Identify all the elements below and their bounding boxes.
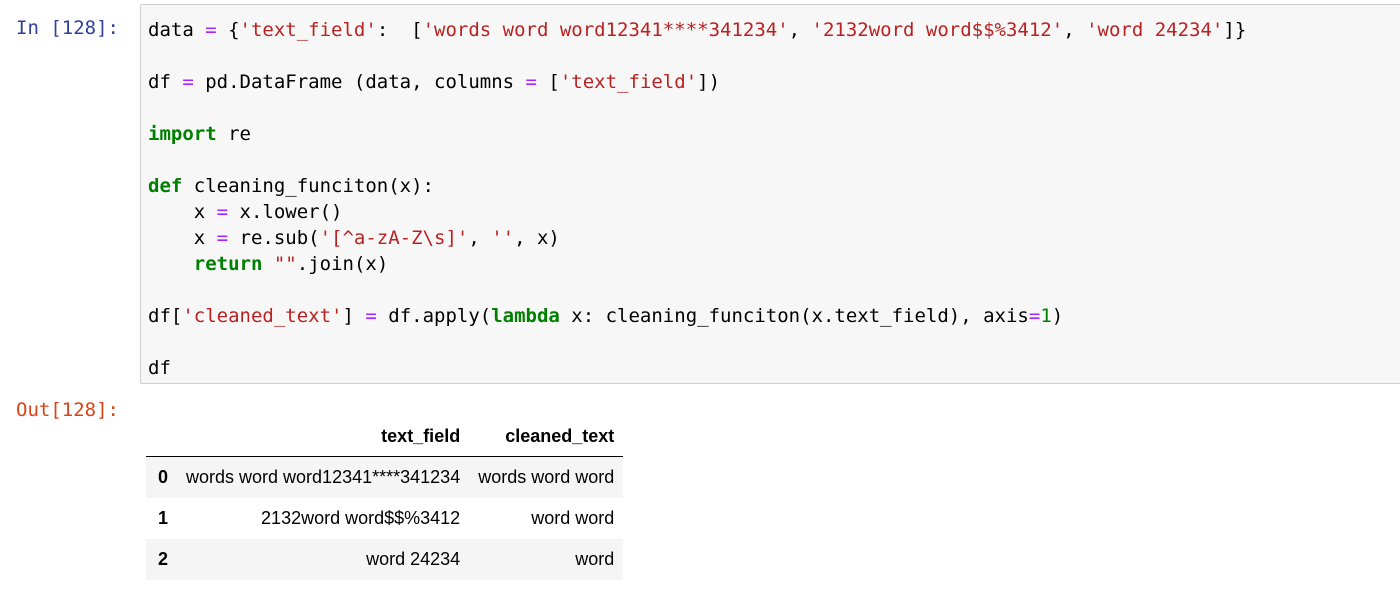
code-token: cleaning_funciton(x): [182,175,434,197]
code-token: x [148,201,217,223]
code-token: = [216,227,229,249]
input-prompt: In [128]: [16,17,119,39]
cell-cleaned-text: word word [531,508,615,528]
code-token: df.apply( [376,305,492,327]
code-token: = [182,71,194,93]
code-token: df [148,357,171,379]
code-token: ) [1051,305,1064,327]
code-token: = [525,71,537,93]
code-token: df [148,71,183,93]
code-token: ] [342,305,366,327]
code-line-8: df['cleaned_text'] = df.apply(lambda x: … [148,303,1246,329]
code-token: x.lower() [228,201,343,223]
code-token: data [148,19,206,41]
code-token: re [216,123,251,145]
code-token: = [365,305,377,327]
table-header-row: text_field cleaned_text [146,416,624,457]
code-token: 1 [1040,305,1052,327]
dataframe-output: text_field cleaned_text 0 words word wor… [146,416,624,580]
code-token: 'cleaned_text' [182,305,343,327]
table-row: 2 word 24234 word [146,539,624,580]
code-token: pd.DataFrame (data, columns [193,71,526,93]
code-token: x: cleaning_funciton(x.text_field), axis [559,305,1029,327]
cell-text-field: 2132word word$$%3412 [261,508,461,528]
code-token: = [1028,305,1041,327]
code-token: df[ [148,305,183,327]
code-token: [ [536,71,560,93]
code-token: '' [491,227,515,249]
code-token: '2132word word$$%3412' [811,19,1064,41]
code-token: : [ [376,19,423,41]
code-line-9: df [148,355,1246,381]
code-token: 'word 24234' [1086,19,1224,41]
code-token: 'text_field' [239,19,377,41]
code-token: = [216,201,229,223]
code-token: def [148,175,183,197]
code-token: 'words word word12341****341234' [422,19,789,41]
code-editor[interactable]: data = {'text_field': ['words word word1… [140,4,1400,384]
code-line-7: return "".join(x) [148,251,1246,277]
code-token: x [148,227,217,249]
code-block: data = {'text_field': ['words word word1… [148,17,1246,381]
column-header-cleaned-text: cleaned_text [469,416,624,457]
cell-cleaned-text: words word word [478,467,615,487]
notebook-cell: In [128]: data = {'text_field': ['words … [0,0,1400,592]
code-token: re.sub( [228,227,320,249]
code-token: , x) [514,227,560,249]
table-row: 1 2132word word$$%3412 word word [146,498,623,539]
row-index: 2 [158,549,169,569]
code-token: ]) [697,71,721,93]
code-line-4: def cleaning_funciton(x): [148,173,1246,199]
cell-text-field: word 24234 [366,549,461,569]
code-token: 'text_field' [559,71,698,93]
cell-text-field: words word word12341****341234 [186,467,461,487]
code-token: = [205,19,217,41]
code-token: import [148,123,217,145]
row-index: 1 [158,508,169,528]
column-header-index [146,416,178,457]
row-index: 0 [158,467,169,487]
code-line-3: import re [148,121,1246,147]
output-prompt: Out[128]: [16,399,119,421]
code-token: return [193,253,263,275]
code-line-6: x = re.sub('[^a-zA-Z\s]', '', x) [148,225,1246,251]
code-token: , [468,227,492,249]
code-line-2: df = pd.DataFrame (data, columns = ['tex… [148,69,1246,95]
code-token: { [216,19,240,41]
cell-cleaned-text: word [575,549,615,569]
code-token: "" [273,253,297,275]
code-line-1: data = {'text_field': ['words word word1… [148,17,1246,43]
code-token: , [1063,19,1087,41]
code-line-5: x = x.lower() [148,199,1246,225]
code-token: '[^a-zA-Z\s]' [319,227,469,249]
code-token: .join(x) [296,253,389,275]
code-token: lambda [491,305,560,327]
column-header-text-field: text_field [177,416,470,457]
code-token: ]} [1223,19,1247,41]
code-token: , [788,19,812,41]
table-row: 0 words word word12341****341234 words w… [146,456,624,498]
